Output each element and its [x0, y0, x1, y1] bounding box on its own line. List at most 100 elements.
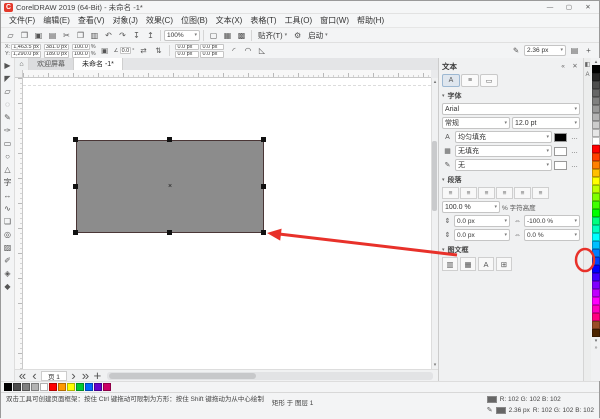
shape-tool[interactable]: ◤: [1, 72, 14, 85]
palette-color-swatch[interactable]: [592, 321, 600, 329]
add-page-button[interactable]: +: [92, 371, 103, 381]
character-outline-select[interactable]: 无 ▾: [455, 159, 552, 171]
document-tab[interactable]: 未命名 -1*: [74, 58, 123, 70]
palette-color-swatch[interactable]: [592, 65, 600, 73]
scroll-up-icon[interactable]: ▴: [434, 79, 437, 85]
menu-item[interactable]: 工具(O): [281, 15, 317, 26]
horizontal-scroll-thumb[interactable]: [109, 373, 256, 379]
palette-color-swatch[interactable]: [592, 297, 600, 305]
horizontal-scrollbar[interactable]: [107, 372, 433, 380]
interactive-fill-tool[interactable]: ◈: [1, 267, 14, 280]
round-corner-icon[interactable]: ◜: [227, 44, 240, 57]
docker-tab-text-icon[interactable]: A: [585, 72, 589, 78]
undo-icon[interactable]: ↶: [102, 29, 115, 42]
palette-color-swatch[interactable]: [592, 185, 600, 193]
paragraph-section-header[interactable]: ▾ 段落: [442, 174, 580, 185]
character-background-select[interactable]: 无填充 ▾: [455, 145, 552, 157]
outline-color-swatch[interactable]: [496, 407, 506, 414]
selected-rectangle[interactable]: ×: [76, 140, 264, 233]
menu-item[interactable]: 查看(V): [74, 15, 109, 26]
align-force-button[interactable]: ≡: [532, 187, 549, 199]
document-color-swatch[interactable]: [76, 383, 84, 391]
open-icon[interactable]: ❒: [18, 29, 31, 42]
font-size-select[interactable]: 12.0 pt ▾: [512, 117, 580, 129]
x-position-field[interactable]: 1,463.5 px: [11, 44, 41, 51]
palette-color-swatch[interactable]: [592, 161, 600, 169]
import-icon[interactable]: ↧: [130, 29, 143, 42]
char-height-field[interactable]: 100.0 % ▾: [442, 201, 500, 213]
menu-item[interactable]: 文本(X): [212, 15, 247, 26]
lock-ratio-icon[interactable]: ▣: [99, 45, 111, 57]
zoom-tool[interactable]: ◌: [1, 98, 14, 111]
palette-color-swatch[interactable]: [592, 313, 600, 321]
contour-tool[interactable]: ◎: [1, 228, 14, 241]
save-icon[interactable]: ▣: [32, 29, 45, 42]
show-rulers-icon[interactable]: ▦: [221, 29, 234, 42]
palette-color-swatch[interactable]: [592, 225, 600, 233]
menu-item[interactable]: 效果(C): [142, 15, 177, 26]
docker-collapse-icon[interactable]: «: [558, 63, 568, 70]
copy-icon[interactable]: ❐: [74, 29, 87, 42]
palette-color-swatch[interactable]: [592, 137, 600, 145]
paste-icon[interactable]: ▥: [88, 29, 101, 42]
document-color-swatch[interactable]: [67, 383, 75, 391]
selection-handle[interactable]: [73, 230, 78, 235]
vertical-align-button[interactable]: A: [478, 257, 494, 271]
frame-mode-tab[interactable]: ▭: [480, 74, 498, 87]
corner-radius-field[interactable]: 0.0 px: [175, 51, 199, 58]
export-icon[interactable]: ↥: [144, 29, 157, 42]
frame-fill-button[interactable]: ▦: [460, 257, 476, 271]
new-document-icon[interactable]: ▱: [4, 29, 17, 42]
horizontal-ruler[interactable]: [23, 70, 431, 78]
fullscreen-preview-icon[interactable]: ▢: [207, 29, 220, 42]
zoom-level-select[interactable]: 100% ▾: [164, 30, 200, 41]
home-tab-icon[interactable]: ⌂: [15, 58, 29, 70]
smart-fill-tool[interactable]: ◆: [1, 280, 14, 293]
document-color-swatch[interactable]: [58, 383, 66, 391]
wrap-text-icon[interactable]: ▤: [568, 44, 581, 57]
palette-color-swatch[interactable]: [592, 81, 600, 89]
font-family-select[interactable]: Arial ▾: [442, 103, 580, 115]
scale-y-field[interactable]: 100.0: [72, 51, 90, 58]
align-justify-button[interactable]: ≡: [514, 187, 531, 199]
palette-color-swatch[interactable]: [592, 97, 600, 105]
redo-icon[interactable]: ↷: [116, 29, 129, 42]
menu-item[interactable]: 文件(F): [5, 15, 39, 26]
palette-flyout-icon[interactable]: »: [595, 344, 598, 351]
show-grid-icon[interactable]: ▩: [235, 29, 248, 42]
vertical-ruler[interactable]: [15, 78, 23, 369]
character-fill-select[interactable]: 均匀填充 ▾: [455, 131, 552, 143]
palette-color-swatch[interactable]: [592, 305, 600, 313]
palette-color-swatch[interactable]: [592, 193, 600, 201]
mirror-horizontal-icon[interactable]: ⇄: [137, 45, 149, 57]
document-tab[interactable]: 欢迎屏幕: [29, 58, 74, 70]
document-color-swatch[interactable]: [85, 383, 93, 391]
align-center-button[interactable]: ≡: [478, 187, 495, 199]
palette-color-swatch[interactable]: [592, 273, 600, 281]
palette-color-swatch[interactable]: [592, 121, 600, 129]
vertical-scrollbar[interactable]: ▴ ▾: [431, 78, 438, 369]
document-color-swatch[interactable]: [103, 383, 111, 391]
palette-color-swatch[interactable]: [592, 257, 600, 265]
rotation-angle-field[interactable]: 0.0: [120, 47, 132, 54]
palette-color-swatch[interactable]: [592, 153, 600, 161]
color-swatch[interactable]: [554, 133, 567, 142]
palette-color-swatch[interactable]: [592, 329, 600, 337]
fill-color-swatch[interactable]: [487, 396, 497, 403]
document-color-swatch[interactable]: [40, 383, 48, 391]
line-spacing-field[interactable]: 0.0 px ▾: [454, 229, 510, 241]
align-right-button[interactable]: ≡: [496, 187, 513, 199]
palette-color-swatch[interactable]: [592, 105, 600, 113]
palette-color-swatch[interactable]: [592, 209, 600, 217]
width-field[interactable]: 381.0 px: [44, 44, 69, 51]
selection-handle[interactable]: [73, 137, 78, 142]
palette-color-swatch[interactable]: [592, 217, 600, 225]
more-options-icon[interactable]: …: [569, 146, 580, 157]
cut-icon[interactable]: ✂: [60, 29, 73, 42]
ellipse-tool[interactable]: ○: [1, 150, 14, 163]
shadow-tool[interactable]: ❏: [1, 215, 14, 228]
options-gear-icon[interactable]: ⚙: [291, 29, 304, 42]
docker-tab-properties-icon[interactable]: ◧: [585, 61, 591, 68]
selection-handle[interactable]: [261, 137, 266, 142]
pick-tool[interactable]: ▶: [1, 59, 14, 72]
